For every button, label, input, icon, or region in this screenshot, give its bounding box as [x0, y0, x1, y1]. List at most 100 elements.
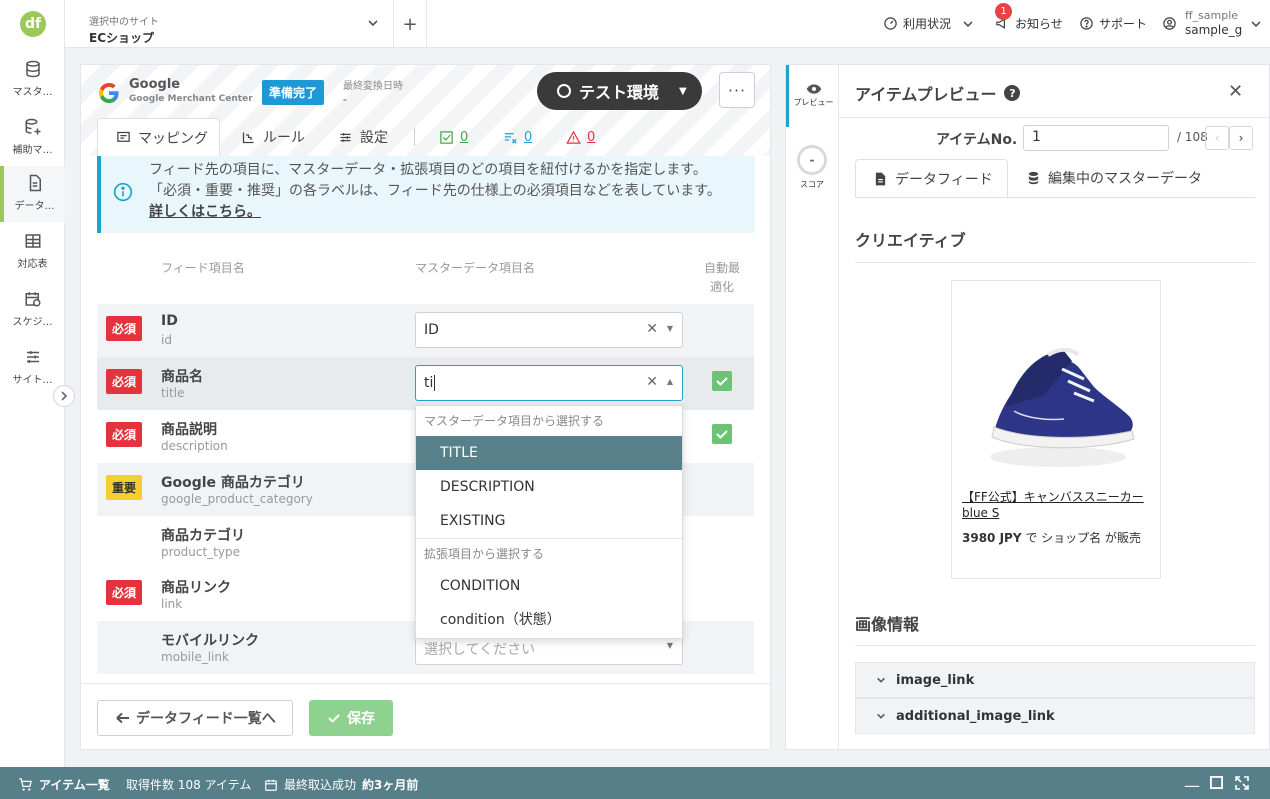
dropdown-option[interactable]: condition（状態）: [416, 603, 682, 637]
product-title-link[interactable]: 【FF公式】キャンバススニーカー blue S: [962, 489, 1158, 521]
tab-master-data[interactable]: 編集中のマスターデータ: [1027, 159, 1202, 197]
nav-expand-button[interactable]: [53, 385, 75, 407]
back-to-feed-list-button[interactable]: データフィード一覧へ: [97, 700, 293, 736]
tab-datafeed-preview[interactable]: データフィード: [855, 159, 1008, 197]
product-image[interactable]: [976, 307, 1138, 477]
site-selector[interactable]: 選択中のサイト ECショップ: [65, 0, 394, 48]
accordion-additional-image-link[interactable]: additional_image_link: [855, 698, 1255, 734]
dropdown-option[interactable]: CONDITION: [416, 569, 682, 603]
item-list-label: アイテム一覧: [39, 778, 110, 792]
tab-label: マッピング: [138, 130, 208, 147]
user-icon: [1163, 17, 1176, 30]
list-exclude-icon: [504, 132, 517, 144]
arrow-left-icon: [116, 712, 129, 724]
maximize-icon[interactable]: [1210, 776, 1223, 789]
minimize-icon[interactable]: —: [1184, 776, 1200, 795]
product-price: 3980 JPY で ショップ名 が販売: [962, 529, 1141, 546]
dropdown-option[interactable]: EXISTING: [416, 504, 682, 538]
nav-label: 対応表: [17, 259, 48, 270]
preview-toggle-button[interactable]: プレビュー: [786, 65, 838, 127]
master-field-select[interactable]: ti ✕ ▲: [415, 365, 683, 401]
feed-field-name: Google 商品カテゴリ: [161, 475, 305, 491]
status-badge: 準備完了: [262, 80, 325, 105]
auto-optimize-checkbox[interactable]: [712, 371, 732, 391]
tab-mapping[interactable]: マッピング: [97, 118, 220, 156]
warning-count-link[interactable]: 0: [566, 118, 595, 156]
next-item-button[interactable]: ›: [1229, 126, 1253, 150]
clear-icon[interactable]: ✕: [646, 374, 658, 390]
fetched-count: 取得件数 108 アイテム: [126, 778, 252, 792]
add-site-button[interactable]: +: [394, 0, 427, 48]
panel-footer: データフィード一覧へ 保存: [81, 683, 770, 749]
environment-label: テスト環境: [579, 83, 660, 102]
fullscreen-icon[interactable]: [1235, 776, 1249, 790]
seller-text: で ショップ名 が販売: [1025, 531, 1141, 545]
feed-field-name: ID: [161, 313, 178, 329]
environment-toggle-button[interactable]: テスト環境 ▼: [537, 72, 702, 110]
database-icon: [1028, 171, 1039, 185]
database-icon: [25, 60, 40, 78]
score-indicator[interactable]: -: [797, 145, 827, 175]
tab-divider: [414, 128, 415, 146]
caret-down-icon[interactable]: ▼: [667, 641, 673, 650]
excluded-count: 0: [524, 129, 533, 145]
last-import-label: 最終取込成功: [284, 778, 357, 792]
valid-count-link[interactable]: 0: [439, 118, 468, 156]
support-label: サポート: [1099, 17, 1148, 31]
more-options-button[interactable]: ···: [719, 72, 755, 108]
master-field-select[interactable]: ID ✕ ▼: [415, 312, 683, 348]
document-icon: [875, 172, 886, 185]
prev-item-button[interactable]: ‹: [1205, 126, 1229, 150]
nav-label: 補助マ…: [12, 145, 53, 156]
dropdown-option[interactable]: DESCRIPTION: [416, 470, 682, 504]
table-row: 必須 商品名 title ti ✕ ▲: [97, 357, 754, 410]
tab-rule[interactable]: ルール: [241, 118, 305, 156]
usage-menu[interactable]: 利用状況: [883, 15, 974, 32]
close-icon[interactable]: ✕: [1228, 81, 1243, 102]
learn-more-link[interactable]: 詳しくはこちら。: [149, 204, 261, 220]
dropdown-group-label: マスターデータ項目から選択する: [424, 414, 605, 428]
divider: [855, 645, 1255, 646]
eye-icon: [806, 84, 821, 94]
check-icon: [716, 430, 728, 439]
text-cursor: [434, 375, 436, 391]
item-list-button[interactable]: アイテム一覧: [18, 776, 110, 793]
support-link[interactable]: サポート: [1079, 15, 1147, 32]
cart-icon: [19, 778, 32, 791]
required-badge: 必須: [106, 580, 143, 605]
dropdown-option[interactable]: TITLE: [416, 436, 682, 470]
select-search-input[interactable]: ti: [424, 375, 433, 391]
required-badge: 必須: [106, 422, 143, 447]
feed-field-key: link: [161, 597, 183, 611]
tab-settings[interactable]: 設定: [338, 118, 388, 156]
caret-up-icon[interactable]: ▲: [667, 377, 673, 386]
app-logo[interactable]: df: [20, 11, 46, 37]
nav-item-datafeed[interactable]: データ…: [0, 166, 65, 222]
caret-down-icon[interactable]: ▼: [667, 324, 673, 333]
auto-optimize-checkbox[interactable]: [712, 424, 732, 444]
important-badge: 重要: [106, 475, 143, 500]
tab-label: データフィード: [895, 171, 993, 188]
nav-label: スケジ…: [12, 317, 53, 328]
gauge-icon: [884, 17, 897, 30]
accordion-image-link[interactable]: image_link: [855, 662, 1255, 698]
nav-item-schedule[interactable]: スケジ…: [0, 282, 65, 338]
accordion-label: image_link: [896, 672, 975, 688]
info-banner: フィード先の項目に、マスターデータ・拡張項目のどの項目を紐付けるかを指定します。…: [97, 156, 755, 233]
help-icon[interactable]: ?: [1004, 85, 1021, 101]
clear-icon[interactable]: ✕: [646, 321, 658, 337]
user-menu[interactable]: ff_sample sample_g: [1162, 9, 1262, 38]
preview-title: アイテムプレビュー ?: [855, 81, 1021, 105]
feed-name: Google: [129, 77, 181, 92]
nav-item-master[interactable]: マスタ…: [0, 52, 65, 108]
nav-item-sub-master[interactable]: 補助マ…: [0, 110, 65, 166]
save-button[interactable]: 保存: [309, 700, 393, 736]
info-text-line2: 「必須・重要・推奨」の各ラベルは、フィード先の仕様上の必須項目などを表しています…: [149, 183, 721, 199]
nav-item-mapping-table[interactable]: 対応表: [0, 224, 65, 280]
nav-label: データ…: [14, 201, 55, 212]
item-number-input[interactable]: 1: [1023, 125, 1169, 151]
save-label: 保存: [347, 711, 375, 727]
excluded-count-link[interactable]: 0: [503, 118, 532, 156]
required-badge: 必須: [106, 316, 143, 341]
document-icon: [29, 174, 41, 192]
